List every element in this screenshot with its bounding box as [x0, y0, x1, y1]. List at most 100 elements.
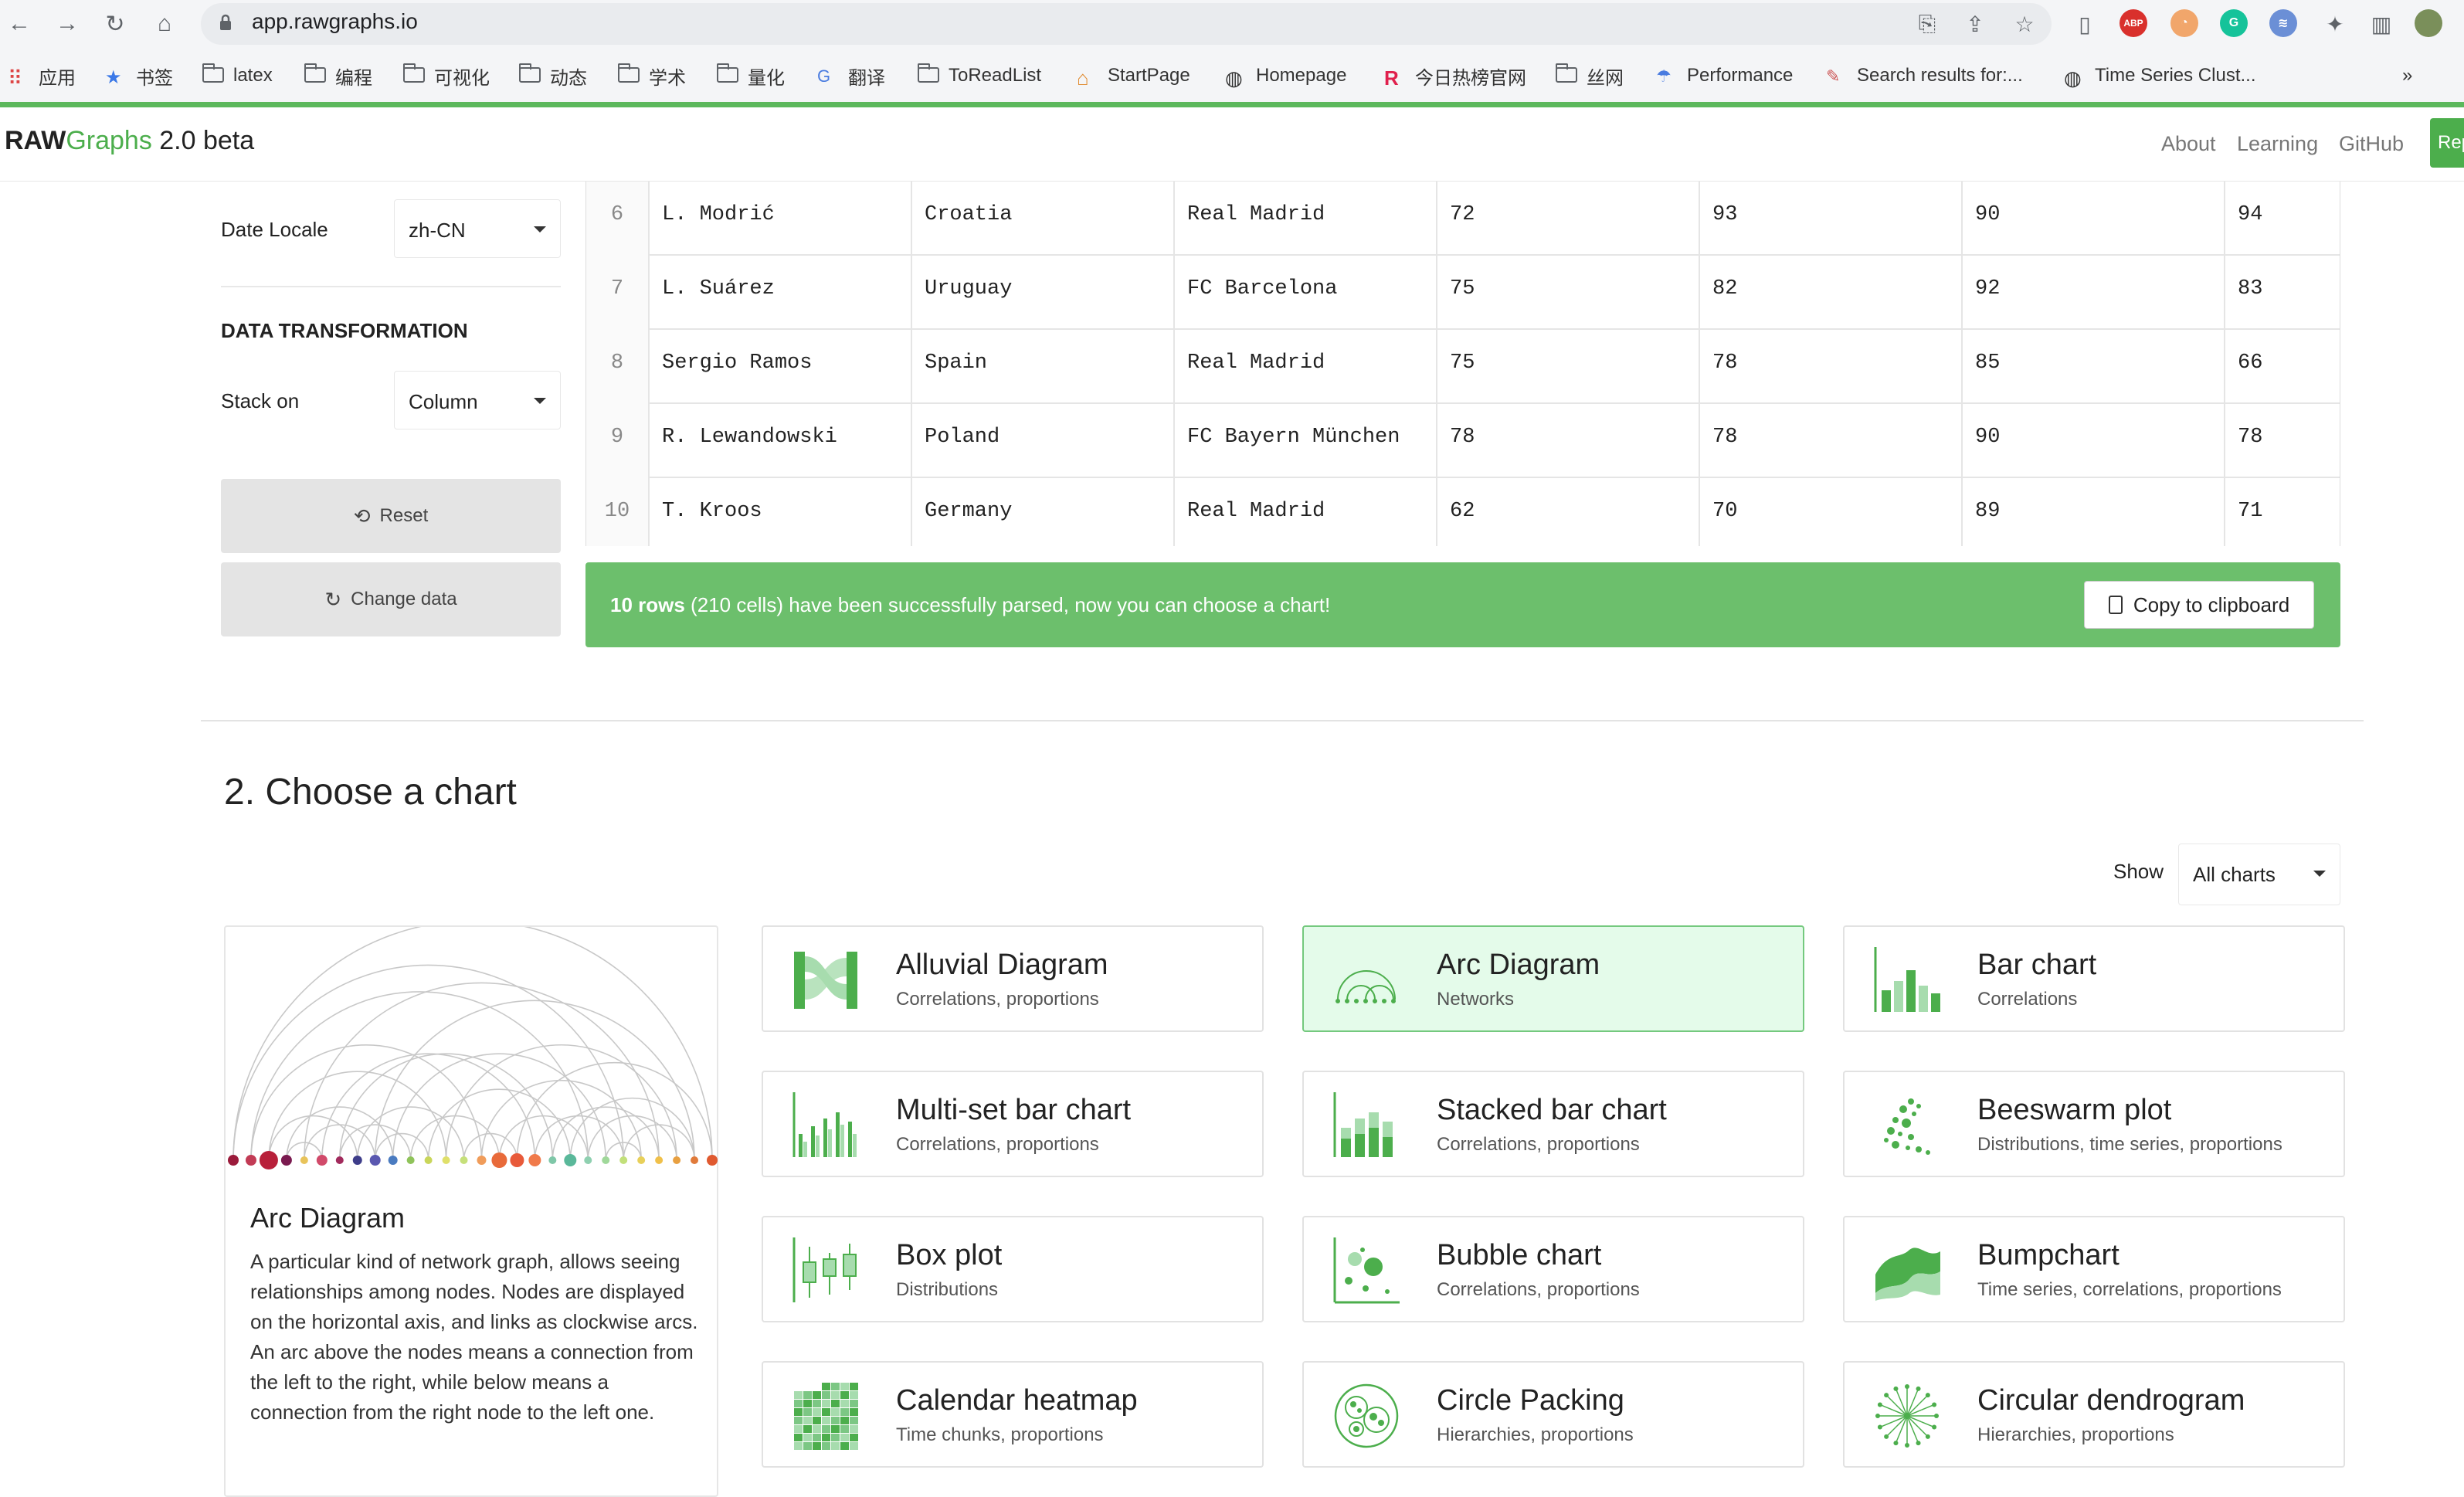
- chart-card[interactable]: Box plot Distributions: [762, 1216, 1264, 1322]
- table-cell[interactable]: 71: [2224, 478, 2340, 546]
- chart-card[interactable]: Bubble chart Correlations, proportions: [1302, 1216, 1804, 1322]
- table-cell[interactable]: 72: [1436, 182, 1699, 256]
- chart-card[interactable]: Arc Diagram Networks: [1302, 925, 1804, 1032]
- translate-icon[interactable]: ⎘: [1914, 11, 1940, 37]
- stack-on-select[interactable]: Column: [394, 371, 561, 429]
- table-cell[interactable]: Croatia: [911, 182, 1173, 256]
- chart-card[interactable]: Multi-set bar chart Correlations, proport…: [762, 1071, 1264, 1177]
- chart-card[interactable]: Alluvial Diagram Correlations, proportion…: [762, 925, 1264, 1032]
- data-table: 6 L. Modrić Croatia Real Madrid 72 93 90 94 7 L. …: [585, 182, 2340, 546]
- table-cell[interactable]: 92: [1961, 256, 2224, 330]
- row-index[interactable]: 9: [586, 404, 648, 478]
- bookmark-item[interactable]: latex: [202, 62, 273, 90]
- table-cell[interactable]: 90: [1961, 182, 2224, 256]
- bookmark-item[interactable]: ToReadList: [918, 62, 1041, 90]
- table-cell[interactable]: Germany: [911, 478, 1173, 546]
- sidepanel-icon[interactable]: ▥: [2368, 11, 2394, 37]
- table-cell[interactable]: Uruguay: [911, 256, 1173, 330]
- table-cell[interactable]: FC Barcelona: [1173, 256, 1436, 330]
- bookmark-item[interactable]: ☂ Performance: [1656, 62, 1793, 90]
- table-cell[interactable]: T. Kroos: [648, 478, 911, 546]
- table-cell[interactable]: 78: [1436, 404, 1699, 478]
- more-bookmarks-button[interactable]: »: [2402, 62, 2412, 90]
- nav-about[interactable]: About: [2161, 132, 2216, 156]
- address-bar[interactable]: [201, 3, 2052, 45]
- table-cell[interactable]: L. Modrić: [648, 182, 911, 256]
- table-cell[interactable]: Real Madrid: [1173, 182, 1436, 256]
- table-cell[interactable]: 66: [2224, 330, 2340, 404]
- bookmark-item[interactable]: 可视化: [403, 62, 490, 90]
- table-cell[interactable]: Real Madrid: [1173, 478, 1436, 546]
- table-cell[interactable]: Real Madrid: [1173, 330, 1436, 404]
- table-cell[interactable]: 75: [1436, 256, 1699, 330]
- chart-card[interactable]: Beeswarm plot Distributions, time series,…: [1843, 1071, 2345, 1177]
- bookmark-item[interactable]: ⌂ StartPage: [1077, 62, 1190, 90]
- date-locale-select[interactable]: zh-CN: [394, 199, 561, 258]
- table-cell[interactable]: 94: [2224, 182, 2340, 256]
- copy-to-clipboard-button[interactable]: Copy to clipboard: [2084, 581, 2314, 629]
- table-cell[interactable]: 75: [1436, 330, 1699, 404]
- row-index[interactable]: 6: [586, 182, 648, 256]
- bookmark-item[interactable]: ◍ Time Series Clust...: [2064, 62, 2256, 90]
- back-icon[interactable]: ←: [3, 8, 36, 40]
- bookmark-item[interactable]: 量化: [717, 62, 785, 90]
- bookmark-item[interactable]: ◍ Homepage: [1225, 62, 1346, 90]
- table-cell[interactable]: 83: [2224, 256, 2340, 330]
- bookmark-item[interactable]: 学术: [618, 62, 686, 90]
- nav-learning[interactable]: Learning: [2237, 132, 2318, 156]
- forward-icon[interactable]: →: [51, 8, 83, 40]
- show-filter-select[interactable]: All charts: [2178, 844, 2340, 905]
- table-cell[interactable]: 93: [1699, 182, 1961, 256]
- document-icon[interactable]: ▯: [2072, 11, 2098, 37]
- change-data-button[interactable]: ↻ Change data: [221, 562, 561, 636]
- nav-github[interactable]: GitHub: [2339, 132, 2404, 156]
- table-cell[interactable]: L. Suárez: [648, 256, 911, 330]
- brand-logo[interactable]: RAWGraphs 2.0 beta: [5, 126, 254, 156]
- bookmark-item[interactable]: 编程: [304, 62, 372, 90]
- preview-title: Arc Diagram: [250, 1202, 406, 1234]
- table-cell[interactable]: 62: [1436, 478, 1699, 546]
- row-index[interactable]: 7: [586, 256, 648, 330]
- chart-card[interactable]: Bumpchart Time series, correlations, prop…: [1843, 1216, 2345, 1322]
- adblock-icon[interactable]: ABP: [2120, 9, 2147, 37]
- report-button[interactable]: Rep: [2430, 118, 2464, 168]
- profile-avatar-icon[interactable]: [2415, 9, 2442, 37]
- row-index[interactable]: 8: [586, 330, 648, 404]
- url-text[interactable]: app.rawgraphs.io: [252, 9, 418, 34]
- table-cell[interactable]: 82: [1699, 256, 1961, 330]
- table-cell[interactable]: 78: [1699, 330, 1961, 404]
- bookmark-item[interactable]: 动态: [519, 62, 587, 90]
- bookmark-item[interactable]: ✎ Search results for:...: [1826, 62, 2023, 90]
- chart-card[interactable]: Calendar heatmap Time chunks, proportions: [762, 1361, 1264, 1468]
- table-cell[interactable]: 78: [1699, 404, 1961, 478]
- table-cell[interactable]: R. Lewandowski: [648, 404, 911, 478]
- table-cell[interactable]: 85: [1961, 330, 2224, 404]
- table-cell[interactable]: 70: [1699, 478, 1961, 546]
- chart-card[interactable]: Stacked bar chart Correlations, proportio…: [1302, 1071, 1804, 1177]
- extensions-icon[interactable]: ✦: [2322, 11, 2348, 37]
- home-icon[interactable]: ⌂: [148, 8, 181, 40]
- row-index[interactable]: 10: [586, 478, 648, 546]
- bookmark-item[interactable]: R 今日热榜官网: [1384, 62, 1526, 90]
- table-cell[interactable]: Poland: [911, 404, 1173, 478]
- reload-icon[interactable]: ↻: [99, 8, 131, 40]
- table-cell[interactable]: 78: [2224, 404, 2340, 478]
- grammarly-icon[interactable]: G: [2220, 9, 2248, 37]
- chart-card[interactable]: Circle Packing Hierarchies, proportions: [1302, 1361, 1804, 1468]
- chart-card[interactable]: Bar chart Correlations: [1843, 925, 2345, 1032]
- bookmark-item[interactable]: 丝网: [1556, 62, 1624, 90]
- table-cell[interactable]: 90: [1961, 404, 2224, 478]
- bookmark-item[interactable]: ⠿ 应用: [8, 62, 76, 90]
- bookmark-item[interactable]: ★ 书签: [105, 62, 173, 90]
- rss-icon[interactable]: ◔: [2170, 9, 2198, 37]
- table-cell[interactable]: Sergio Ramos: [648, 330, 911, 404]
- share-icon[interactable]: ⇪: [1962, 11, 1988, 37]
- table-cell[interactable]: Spain: [911, 330, 1173, 404]
- table-cell[interactable]: 89: [1961, 478, 2224, 546]
- bookmark-item[interactable]: G 翻译: [817, 62, 885, 90]
- table-cell[interactable]: FC Bayern München: [1173, 404, 1436, 478]
- reset-button[interactable]: ⟲ Reset: [221, 479, 561, 553]
- chart-card[interactable]: Circular dendrogram Hierarchies, proporti…: [1843, 1361, 2345, 1468]
- cast-icon[interactable]: ≋: [2269, 9, 2297, 37]
- star-bookmark-icon[interactable]: ☆: [2011, 11, 2038, 37]
